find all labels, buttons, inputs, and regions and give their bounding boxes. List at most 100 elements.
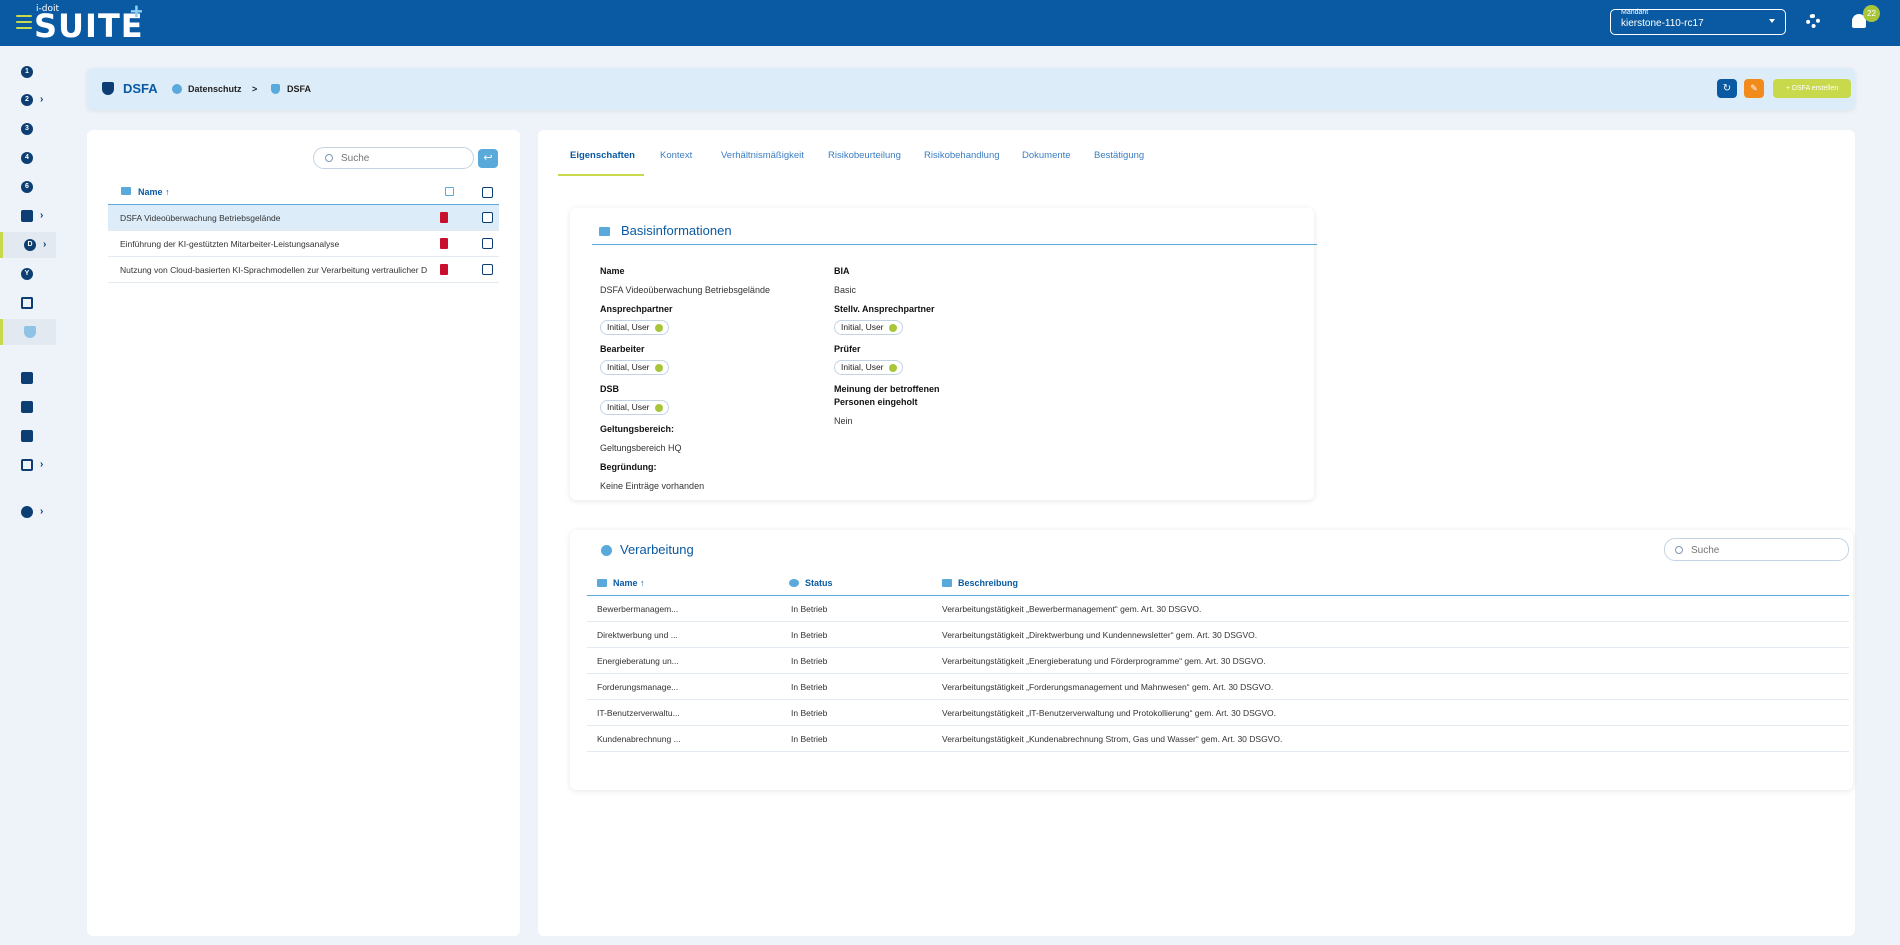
row-status: In Betrieb bbox=[791, 682, 828, 692]
row-name: Nutzung von Cloud-basierten KI-Sprachmod… bbox=[120, 265, 428, 275]
notification-badge: 22 bbox=[1863, 5, 1880, 22]
verarbeitung-search-input[interactable] bbox=[1691, 543, 1841, 558]
table-row[interactable]: Bewerbermanagem... In Betrieb Verarbeitu… bbox=[587, 596, 1849, 622]
row-checkbox[interactable] bbox=[482, 264, 493, 275]
column-status[interactable]: Status bbox=[805, 578, 833, 588]
trash-icon[interactable] bbox=[440, 238, 448, 249]
tab-verhaeltnismaessigkeit[interactable]: Verhältnismäßigkeit bbox=[721, 150, 804, 176]
refresh-button[interactable]: ↻ bbox=[1717, 79, 1737, 98]
table-row[interactable]: Forderungsmanage... In Betrieb Verarbeit… bbox=[587, 674, 1849, 700]
row-checkbox[interactable] bbox=[482, 212, 493, 223]
sidebar-item-6[interactable]: 6 bbox=[0, 174, 56, 200]
sidebar-item-shield[interactable] bbox=[0, 319, 56, 345]
breadcrumb-dsfa[interactable]: DSFA bbox=[287, 84, 311, 94]
sidebar-item-d[interactable]: D › bbox=[0, 232, 56, 258]
basisinformationen-card: Basisinformationen Name DSFA Videoüberwa… bbox=[570, 208, 1317, 500]
mandant-select[interactable]: Mandant kierstone-110-rc17 bbox=[1610, 9, 1786, 35]
list-search-input[interactable] bbox=[341, 151, 466, 166]
table-row[interactable]: Direktwerbung und ... In Betrieb Verarbe… bbox=[587, 622, 1849, 648]
row-name: DSFA Videoüberwachung Betriebsgelände bbox=[120, 213, 281, 223]
sidebar-item-4[interactable]: 4 bbox=[0, 145, 56, 171]
tab-kontext[interactable]: Kontext bbox=[660, 150, 692, 176]
pruefer-chip[interactable]: Initial, User bbox=[834, 360, 903, 375]
search-icon bbox=[1675, 546, 1683, 554]
table-row[interactable]: Kundenabrechnung ... In Betrieb Verarbei… bbox=[587, 726, 1849, 752]
row-name: IT-Benutzerverwaltu... bbox=[597, 708, 680, 718]
dsfa-table: Name ↑ DSFA Videoüberwachung Betriebsgel… bbox=[108, 179, 499, 283]
table-row[interactable]: DSFA Videoüberwachung Betriebsgelände bbox=[108, 205, 499, 231]
status-dot bbox=[888, 324, 897, 332]
column-name[interactable]: Name ↑ bbox=[138, 187, 170, 197]
table-row[interactable]: Energieberatung un... In Betrieb Verarbe… bbox=[587, 648, 1849, 674]
shield-icon bbox=[271, 84, 280, 94]
column-name[interactable]: Name ↑ bbox=[613, 578, 645, 588]
sidebar-item-2[interactable]: 2 › bbox=[0, 87, 56, 113]
pruefer-label: Prüfer bbox=[834, 344, 861, 354]
table-row[interactable]: Nutzung von Cloud-basierten KI-Sprachmod… bbox=[108, 257, 499, 283]
tab-risikobehandlung[interactable]: Risikobehandlung bbox=[924, 150, 1000, 176]
bia-value: Basic bbox=[834, 285, 857, 295]
dsb-label: DSB bbox=[600, 384, 620, 394]
sidebar-item-label: 1 bbox=[21, 66, 33, 78]
gear-icon[interactable] bbox=[1806, 14, 1820, 28]
row-description: Verarbeitungstätigkeit „Bewerbermanageme… bbox=[942, 604, 1202, 614]
sidebar-item-label: 6 bbox=[21, 181, 33, 193]
stellv-ansprechpartner-chip[interactable]: Initial, User bbox=[834, 320, 903, 335]
bia-label: BIA bbox=[834, 266, 850, 276]
row-name: Energieberatung un... bbox=[597, 656, 679, 666]
sidebar-item-document[interactable] bbox=[0, 423, 56, 449]
sidebar-item-y[interactable]: Y bbox=[0, 261, 56, 287]
stellv-ansprechpartner-label: Stellv. Ansprechpartner bbox=[834, 304, 935, 314]
dsb-chip[interactable]: Initial, User bbox=[600, 400, 669, 415]
bearbeiter-chip[interactable]: Initial, User bbox=[600, 360, 669, 375]
row-status: In Betrieb bbox=[791, 604, 828, 614]
chevron-right-icon: › bbox=[40, 506, 44, 517]
card-title: Basisinformationen bbox=[621, 223, 732, 238]
row-description: Verarbeitungstätigkeit „Direktwerbung un… bbox=[942, 630, 1258, 640]
sidebar-item-scan[interactable] bbox=[0, 290, 56, 316]
trash-icon[interactable] bbox=[440, 212, 448, 223]
table-header: Name ↑ Status Beschreibung bbox=[587, 570, 1849, 596]
trash-icon[interactable] bbox=[440, 264, 448, 275]
alarm-icon bbox=[21, 210, 33, 222]
breadcrumb-datenschutz[interactable]: Datenschutz bbox=[188, 84, 242, 94]
search-submit-button[interactable]: ↩ bbox=[478, 149, 498, 168]
chip-label: Initial, User bbox=[607, 402, 650, 412]
sidebar-item-import[interactable]: › bbox=[0, 452, 56, 478]
tab-dokumente[interactable]: Dokumente bbox=[1022, 150, 1071, 176]
sidebar-item-report[interactable] bbox=[0, 394, 56, 420]
sidebar-item-1[interactable]: 1 bbox=[0, 59, 56, 85]
select-all-checkbox[interactable] bbox=[482, 187, 493, 198]
bearbeiter-label: Bearbeiter bbox=[600, 344, 645, 354]
row-status: In Betrieb bbox=[791, 630, 828, 640]
table-row[interactable]: Einführung der KI-gestützten Mitarbeiter… bbox=[108, 231, 499, 257]
verarbeitung-card: Verarbeitung Name ↑ Status Beschreibung … bbox=[570, 530, 1853, 790]
column-beschreibung[interactable]: Beschreibung bbox=[958, 578, 1018, 588]
tab-bestaetigung[interactable]: Bestätigung bbox=[1094, 150, 1144, 176]
chip-label: Initial, User bbox=[607, 362, 650, 372]
table-row[interactable]: IT-Benutzerverwaltu... In Betrieb Verarb… bbox=[587, 700, 1849, 726]
row-description: Verarbeitungstätigkeit „Energieberatung … bbox=[942, 656, 1266, 666]
edit-button[interactable]: ✎ bbox=[1744, 79, 1764, 98]
divider bbox=[592, 244, 1317, 245]
sidebar-item-database[interactable]: › bbox=[0, 499, 56, 525]
search-icon bbox=[325, 154, 333, 162]
shield-icon bbox=[102, 82, 114, 95]
logo[interactable]: SUITE bbox=[34, 10, 144, 42]
begruendung-value: Keine Einträge vorhanden bbox=[600, 481, 705, 491]
menu-icon[interactable] bbox=[16, 15, 32, 29]
sidebar-item-3[interactable]: 3 bbox=[0, 116, 56, 142]
row-checkbox[interactable] bbox=[482, 238, 493, 249]
refresh-icon: ↻ bbox=[1722, 83, 1732, 94]
geltungsbereich-label: Geltungsbereich: bbox=[600, 424, 675, 434]
sidebar-item-clipboard[interactable] bbox=[0, 365, 56, 391]
create-dsfa-button[interactable]: + DSFA erstellen bbox=[1773, 79, 1851, 98]
tab-eigenschaften[interactable]: Eigenschaften bbox=[558, 150, 644, 176]
row-status: In Betrieb bbox=[791, 656, 828, 666]
ansprechpartner-chip[interactable]: Initial, User bbox=[600, 320, 669, 335]
description-column-icon bbox=[942, 579, 952, 587]
shield-icon bbox=[24, 326, 36, 338]
tab-risikobeurteilung[interactable]: Risikobeurteilung bbox=[828, 150, 901, 176]
verarbeitung-search bbox=[1664, 538, 1849, 561]
sidebar-item-alarm[interactable]: › bbox=[0, 203, 56, 229]
